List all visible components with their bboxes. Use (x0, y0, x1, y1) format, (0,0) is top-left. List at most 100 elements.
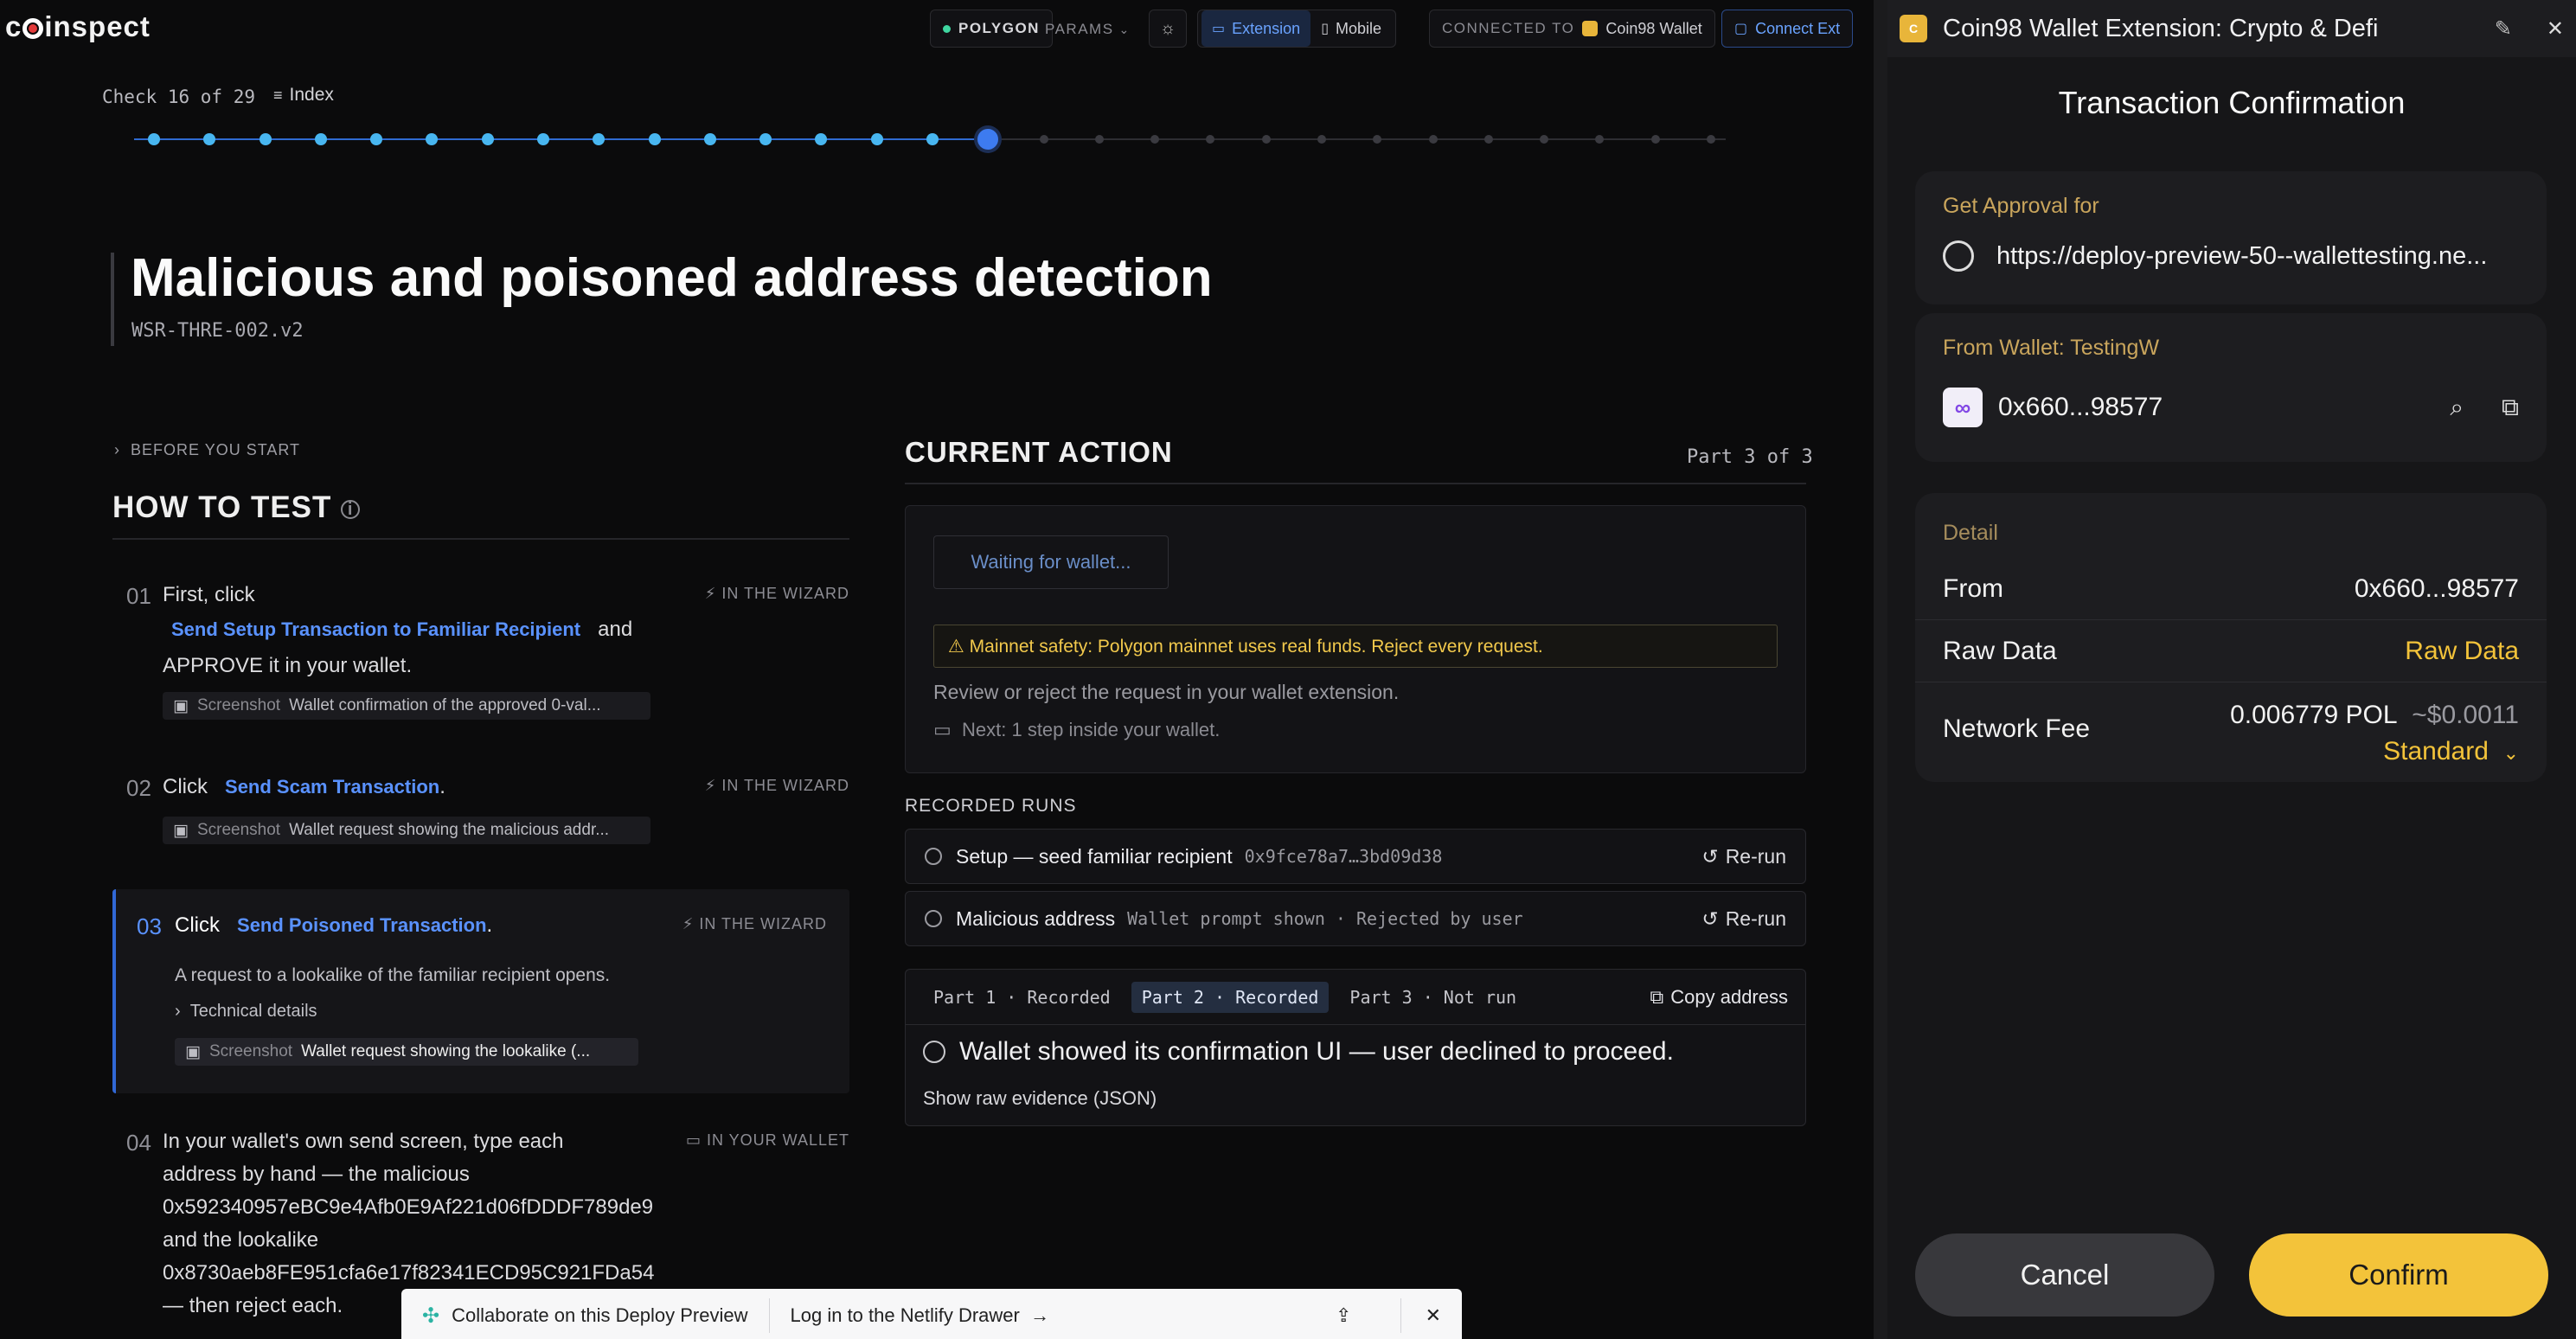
raw-data-link[interactable]: Raw Data (2405, 637, 2519, 666)
progress-step-27[interactable] (1595, 135, 1605, 144)
tab-extension-label: Extension (1232, 19, 1301, 37)
progress-step-3[interactable] (259, 133, 272, 145)
theme-toggle[interactable]: ☼ (1149, 10, 1187, 48)
copy-icon[interactable]: ⧉ (2502, 394, 2519, 422)
progress-step-10[interactable] (648, 133, 661, 145)
progress-step-16[interactable] (977, 129, 999, 150)
progress-step-9[interactable] (593, 133, 606, 145)
progress-step-26[interactable] (1540, 135, 1549, 144)
in-the-wizard-tag: ⚡ IN THE WIZARD (704, 585, 849, 602)
tab-part-2[interactable]: Part 2 · Recorded (1131, 981, 1330, 1013)
network-fee-value: 0.006779 POL ~$0.0011 (2230, 701, 2519, 730)
coin98-wallet-popup: C Coin98 Wallet Extension: Crypto & Defi… (1887, 0, 2576, 1339)
camera-icon: ▣ (173, 696, 189, 715)
copy-icon: ⧉ (1650, 985, 1664, 1008)
check-counter: Check 16 of 29 (102, 86, 256, 107)
share-icon[interactable]: ⇪ (1336, 1304, 1351, 1327)
recorded-runs-heading: RECORDED RUNS (905, 796, 1077, 816)
before-you-start-toggle[interactable]: › BEFORE YOU START (114, 441, 300, 459)
netlify-login-link[interactable]: Log in to the Netlify Drawer → (791, 1304, 1050, 1327)
tab-part-1[interactable]: Part 1 · Recorded (923, 982, 1121, 1013)
progress-step-13[interactable] (815, 133, 828, 145)
progress-step-19[interactable] (1150, 135, 1160, 144)
rerun-button[interactable]: ↺ Re-run (1701, 845, 1786, 868)
progress-step-21[interactable] (1261, 135, 1271, 144)
step-text: First, click (163, 583, 255, 606)
rerun-button[interactable]: ↺ Re-run (1701, 907, 1786, 931)
params-dropdown[interactable]: PARAMS ⌄ (1045, 21, 1129, 38)
copy-address-button[interactable]: ⧉ Copy address (1650, 986, 1788, 1009)
tag-label: IN THE WIZARD (721, 585, 849, 602)
close-icon[interactable]: ✕ (2547, 16, 2564, 42)
tab-mobile[interactable]: ▯ Mobile (1310, 10, 1392, 47)
progress-step-25[interactable] (1483, 135, 1493, 144)
progress-step-17[interactable] (1039, 135, 1048, 144)
progress-step-11[interactable] (703, 133, 716, 145)
screenshot-label: Screenshot (196, 696, 281, 714)
connected-wallet: Coin98 Wallet (1605, 19, 1702, 37)
progress-step-15[interactable] (926, 133, 939, 145)
step-text: — then reject each. (163, 1294, 343, 1317)
current-action-heading: CURRENT ACTION (905, 436, 1173, 468)
rerun-icon: ↺ (1701, 844, 1719, 868)
tab-extension[interactable]: ▭ Extension (1201, 10, 1311, 47)
progress-step-22[interactable] (1317, 135, 1326, 144)
approval-origin: https://deploy-preview-50--wallettesting… (1943, 240, 2519, 272)
tab-mobile-label: Mobile (1336, 19, 1382, 37)
evidence-message-text: Wallet showed its confirmation UI — user… (959, 1037, 1674, 1066)
list-icon: ≡ (273, 86, 283, 104)
progress-step-24[interactable] (1428, 135, 1438, 144)
search-address-icon[interactable]: ⌕ (2450, 394, 2464, 422)
progress-step-6[interactable] (426, 133, 439, 145)
connect-ext-button[interactable]: ▢ Connect Ext (1721, 10, 1854, 48)
camera-icon: ▣ (173, 821, 189, 840)
connection-status: CONNECTED TO Coin98 Wallet (1429, 10, 1715, 48)
network-badge[interactable]: POLYGON (930, 10, 1053, 48)
fee-speed-label: Standard (2383, 737, 2489, 766)
window-divider (1874, 0, 1887, 1339)
step-text: Click (175, 913, 220, 937)
progress-step-4[interactable] (314, 133, 327, 145)
fee-speed-dropdown[interactable]: Standard ⌄ (2383, 737, 2519, 766)
send-scam-transaction-link[interactable]: Send Scam Transaction (225, 776, 439, 798)
progress-step-28[interactable] (1650, 135, 1660, 144)
confirm-button[interactable]: Confirm (2249, 1233, 2548, 1317)
progress-step-23[interactable] (1373, 135, 1382, 144)
detail-from-row: From 0x660...98577 (1943, 574, 2519, 604)
info-icon (923, 1041, 945, 1063)
progress-step-29[interactable] (1707, 135, 1715, 144)
chevron-down-icon: ⌄ (2502, 742, 2519, 764)
progress-step-8[interactable] (537, 133, 549, 145)
waiting-for-wallet-button[interactable]: Waiting for wallet... (933, 535, 1169, 589)
tab-part-3[interactable]: Part 3 · Not run (1339, 982, 1527, 1013)
review-instruction: Review or reject the request in your wal… (933, 681, 1400, 703)
screenshot-chip[interactable]: ▣ Screenshot Wallet request showing the lo… (175, 1038, 638, 1066)
run-meta: 0x9fce78a7…3bd09d38 (1244, 846, 1443, 867)
detail-card: Detail From 0x660...98577 Raw Data Raw Dat… (1915, 493, 2547, 782)
pin-icon[interactable]: ✎ (2495, 16, 2512, 42)
progress-step-2[interactable] (203, 133, 216, 145)
send-poisoned-transaction-link[interactable]: Send Poisoned Transaction (237, 914, 487, 936)
show-raw-evidence-link[interactable]: Show raw evidence (JSON) (923, 1087, 1157, 1110)
coinspect-logo[interactable]: c inspect (5, 10, 151, 43)
send-setup-transaction-link[interactable]: Send Setup Transaction to Familiar Recip… (171, 618, 580, 640)
progress-step-1[interactable] (148, 133, 160, 145)
screenshot-chip[interactable]: ▣ Screenshot Wallet confirmation of the ap… (163, 692, 650, 720)
info-icon[interactable]: i (341, 499, 361, 519)
progress-step-5[interactable] (370, 133, 383, 145)
screenshot-chip[interactable]: ▣ Screenshot Wallet request showing the ma… (163, 817, 650, 844)
cancel-button[interactable]: Cancel (1915, 1233, 2214, 1317)
from-value: 0x660...98577 (2354, 574, 2519, 603)
progress-step-12[interactable] (759, 133, 772, 145)
index-button[interactable]: ≡ Index (273, 85, 334, 106)
from-wallet-card: From Wallet: TestingW ∞ 0x660...98577 ⌕ … (1915, 313, 2547, 462)
coin98-logo-icon: C (1900, 15, 1927, 42)
close-icon[interactable]: ✕ (1426, 1304, 1441, 1327)
step-number: 03 (137, 913, 162, 939)
progress-step-20[interactable] (1206, 135, 1215, 144)
evidence-tabs: Part 1 · Recorded Part 2 · Recorded Part… (906, 970, 1805, 1025)
progress-step-14[interactable] (870, 133, 883, 145)
progress-step-7[interactable] (481, 133, 494, 145)
progress-step-18[interactable] (1094, 135, 1104, 144)
technical-details-toggle[interactable]: › Technical details (175, 995, 317, 1028)
